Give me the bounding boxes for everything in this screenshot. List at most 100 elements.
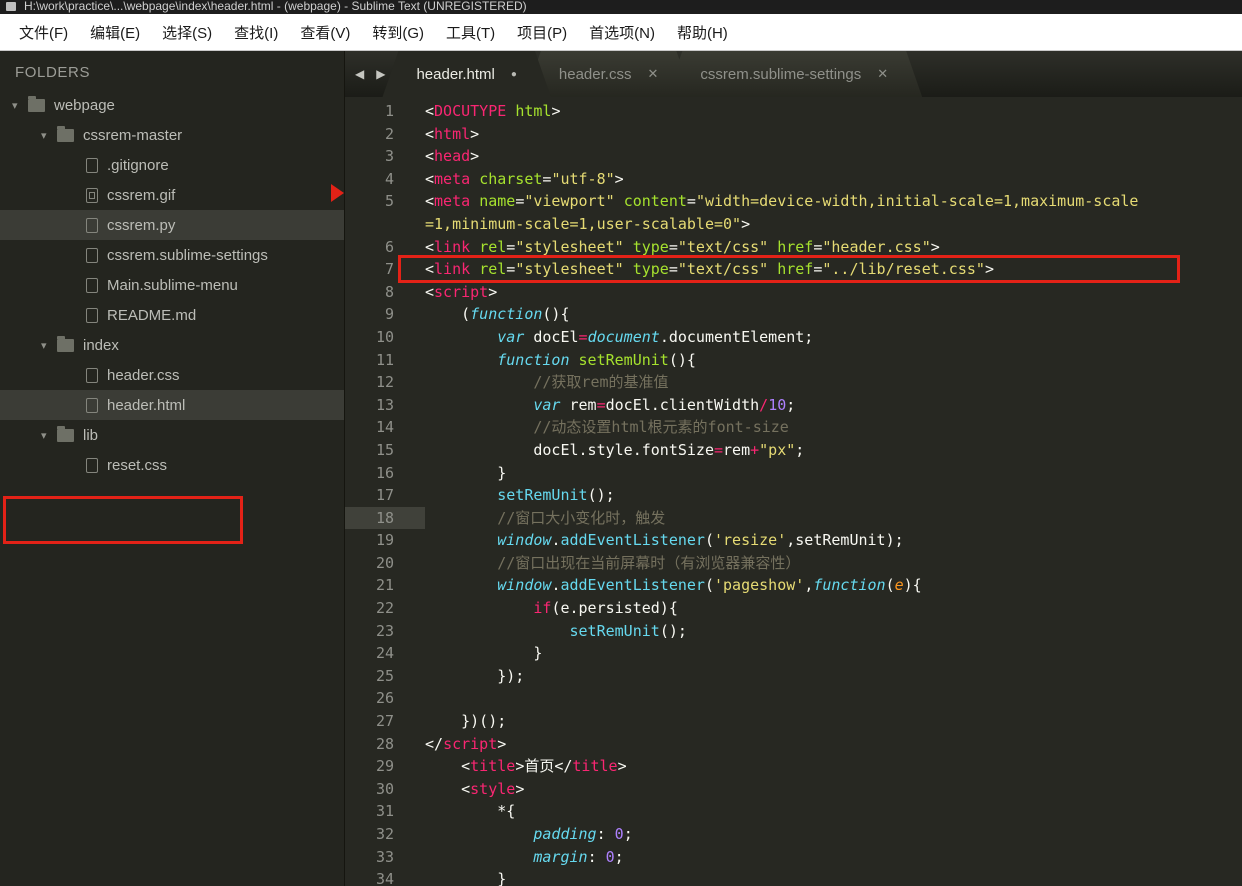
line-number: 5	[384, 192, 394, 211]
sidebar-item-README.md[interactable]: README.md	[0, 300, 344, 330]
code-line: 4 <meta charset="utf-8">	[345, 168, 1242, 191]
code-line: 34 }	[345, 868, 1242, 886]
code-editor[interactable]: 1 <DOCUTYPE html> 2 <html> 3 <head> 4 <meta cha…	[345, 97, 1242, 886]
file-icon	[86, 217, 98, 233]
menu-item[interactable]: 编辑(E)	[79, 14, 151, 51]
tab-nav-left-icon[interactable]: ◀	[355, 67, 364, 81]
code-text: })();	[425, 712, 507, 731]
code-line: 32 padding: 0;	[345, 823, 1242, 846]
code-text: setRemUnit();	[497, 486, 615, 505]
sidebar-item-cssrem.py[interactable]: cssrem.py	[0, 210, 344, 240]
line-number: 15	[375, 440, 394, 459]
tab-label: header.css	[558, 65, 632, 83]
sidebar-item-header.css[interactable]: header.css	[0, 360, 344, 390]
line-number: 2	[384, 124, 394, 143]
line-number: 31	[375, 802, 394, 821]
item-label: README.md	[107, 306, 197, 324]
disclosure-triangle-icon[interactable]: ▾	[41, 339, 57, 352]
code-text: <DOCUTYPE html>	[425, 102, 561, 120]
line-number	[345, 213, 425, 236]
disclosure-triangle-icon[interactable]: ▾	[41, 429, 57, 442]
tab-header.html[interactable]: header.html ●	[382, 51, 550, 97]
code-line: 18 //窗口大小变化时，触发	[345, 506, 1242, 530]
line-number: 9	[384, 305, 394, 324]
menu-item[interactable]: 工具(T)	[435, 14, 506, 51]
sublime-text-window: H:\work\practice\...\webpage\index\heade…	[0, 0, 1242, 886]
line-number: 6	[384, 237, 394, 256]
code-text: margin: 0;	[533, 847, 624, 866]
tabs-container: header.html ● header.css ✕ cssrem.sublime-se…	[395, 51, 909, 97]
close-icon[interactable]: ✕	[877, 66, 888, 82]
file-icon	[86, 157, 98, 173]
code-text: <html>	[425, 124, 480, 143]
menu-item[interactable]: 首选项(N)	[578, 14, 666, 51]
menu-item[interactable]: 查看(V)	[289, 14, 361, 51]
code-line: 24 }	[345, 642, 1242, 665]
menu-item[interactable]: 帮助(H)	[666, 14, 739, 51]
sidebar-item-lib[interactable]: ▾ lib	[0, 420, 344, 450]
line-number: 21	[375, 576, 394, 595]
tab-header.css[interactable]: header.css ✕	[525, 51, 692, 97]
code-line: 30 <style>	[345, 778, 1242, 801]
code-text: <script>	[425, 282, 498, 301]
annotation-box-resetcss	[3, 496, 243, 544]
file-icon	[86, 277, 98, 293]
modified-dot-icon: ●	[510, 68, 517, 80]
code-line: 16 }	[345, 462, 1242, 485]
line-number: 33	[375, 847, 394, 866]
sidebar-item-index[interactable]: ▾ index	[0, 330, 344, 360]
code-text: var rem=docEl.clientWidth/10;	[533, 395, 796, 414]
sidebar-item-header.html[interactable]: header.html	[0, 390, 344, 420]
close-icon[interactable]: ✕	[647, 66, 658, 82]
file-icon	[86, 367, 98, 383]
sidebar-item-cssrem.sublime-settings[interactable]: cssrem.sublime-settings	[0, 240, 344, 270]
sidebar-item-cssrem-master[interactable]: ▾ cssrem-master	[0, 120, 344, 150]
code-text: </script>	[425, 734, 507, 753]
code-text: (function(){	[425, 305, 570, 324]
code-line: 11 function setRemUnit(){	[345, 349, 1242, 372]
menu-item[interactable]: 选择(S)	[151, 14, 223, 51]
code-text: <head>	[425, 147, 480, 166]
editor-area: ◀ ▶ header.html ● header.css ✕ cssrem.sublim…	[345, 51, 1242, 886]
sidebar-item-Main.sublime-menu[interactable]: Main.sublime-menu	[0, 270, 344, 300]
disclosure-triangle-icon[interactable]: ▾	[41, 129, 57, 142]
sidebar-item-cssrem.gif[interactable]: cssrem.gif	[0, 180, 344, 210]
sidebar-item-.gitignore[interactable]: .gitignore	[0, 150, 344, 180]
tab-cssrem.sublime-settings[interactable]: cssrem.sublime-settings ✕	[666, 51, 922, 97]
item-label: index	[83, 336, 119, 354]
line-number: 14	[375, 418, 394, 437]
line-number: 7	[384, 260, 394, 279]
item-label: webpage	[54, 96, 115, 114]
disclosure-triangle-icon[interactable]: ▾	[12, 99, 28, 112]
menu-item[interactable]: 项目(P)	[506, 14, 578, 51]
sidebar-item-reset.css[interactable]: reset.css	[0, 450, 344, 480]
code-line: 19 window.addEventListener('resize',setR…	[345, 529, 1242, 552]
line-number: 34	[375, 870, 394, 886]
code-text: //窗口大小变化时，触发	[497, 508, 666, 527]
item-label: lib	[83, 426, 99, 444]
line-number: 24	[375, 644, 394, 663]
tab-label: cssrem.sublime-settings	[700, 65, 862, 83]
line-number: 4	[384, 169, 394, 188]
item-label: cssrem.gif	[107, 186, 176, 204]
item-label: reset.css	[107, 456, 168, 474]
folder-icon	[57, 125, 74, 142]
window-title: H:\work\practice\...\webpage\index\heade…	[24, 0, 527, 13]
line-number: 32	[375, 825, 394, 843]
line-number: 8	[384, 282, 394, 301]
code-line: 3 <head>	[345, 145, 1242, 168]
code-text: });	[425, 666, 525, 685]
menu-item[interactable]: 文件(F)	[8, 14, 79, 51]
menu-item[interactable]: 转到(G)	[361, 14, 435, 51]
line-number: 12	[375, 373, 394, 392]
code-text: setRemUnit();	[569, 621, 687, 640]
image-file-icon	[86, 187, 98, 203]
menu-item[interactable]: 查找(I)	[223, 14, 289, 51]
code-text: var docEl=document.documentElement;	[497, 327, 814, 346]
code-text: //获取rem的基准值	[533, 373, 669, 392]
app-icon	[6, 2, 16, 11]
code-line: =1,minimum-scale=1,user-scalable=0">	[345, 213, 1242, 236]
code-text: *{	[425, 802, 516, 821]
sidebar-item-webpage[interactable]: ▾ webpage	[0, 90, 344, 120]
tab-nav-right-icon[interactable]: ▶	[376, 67, 385, 81]
